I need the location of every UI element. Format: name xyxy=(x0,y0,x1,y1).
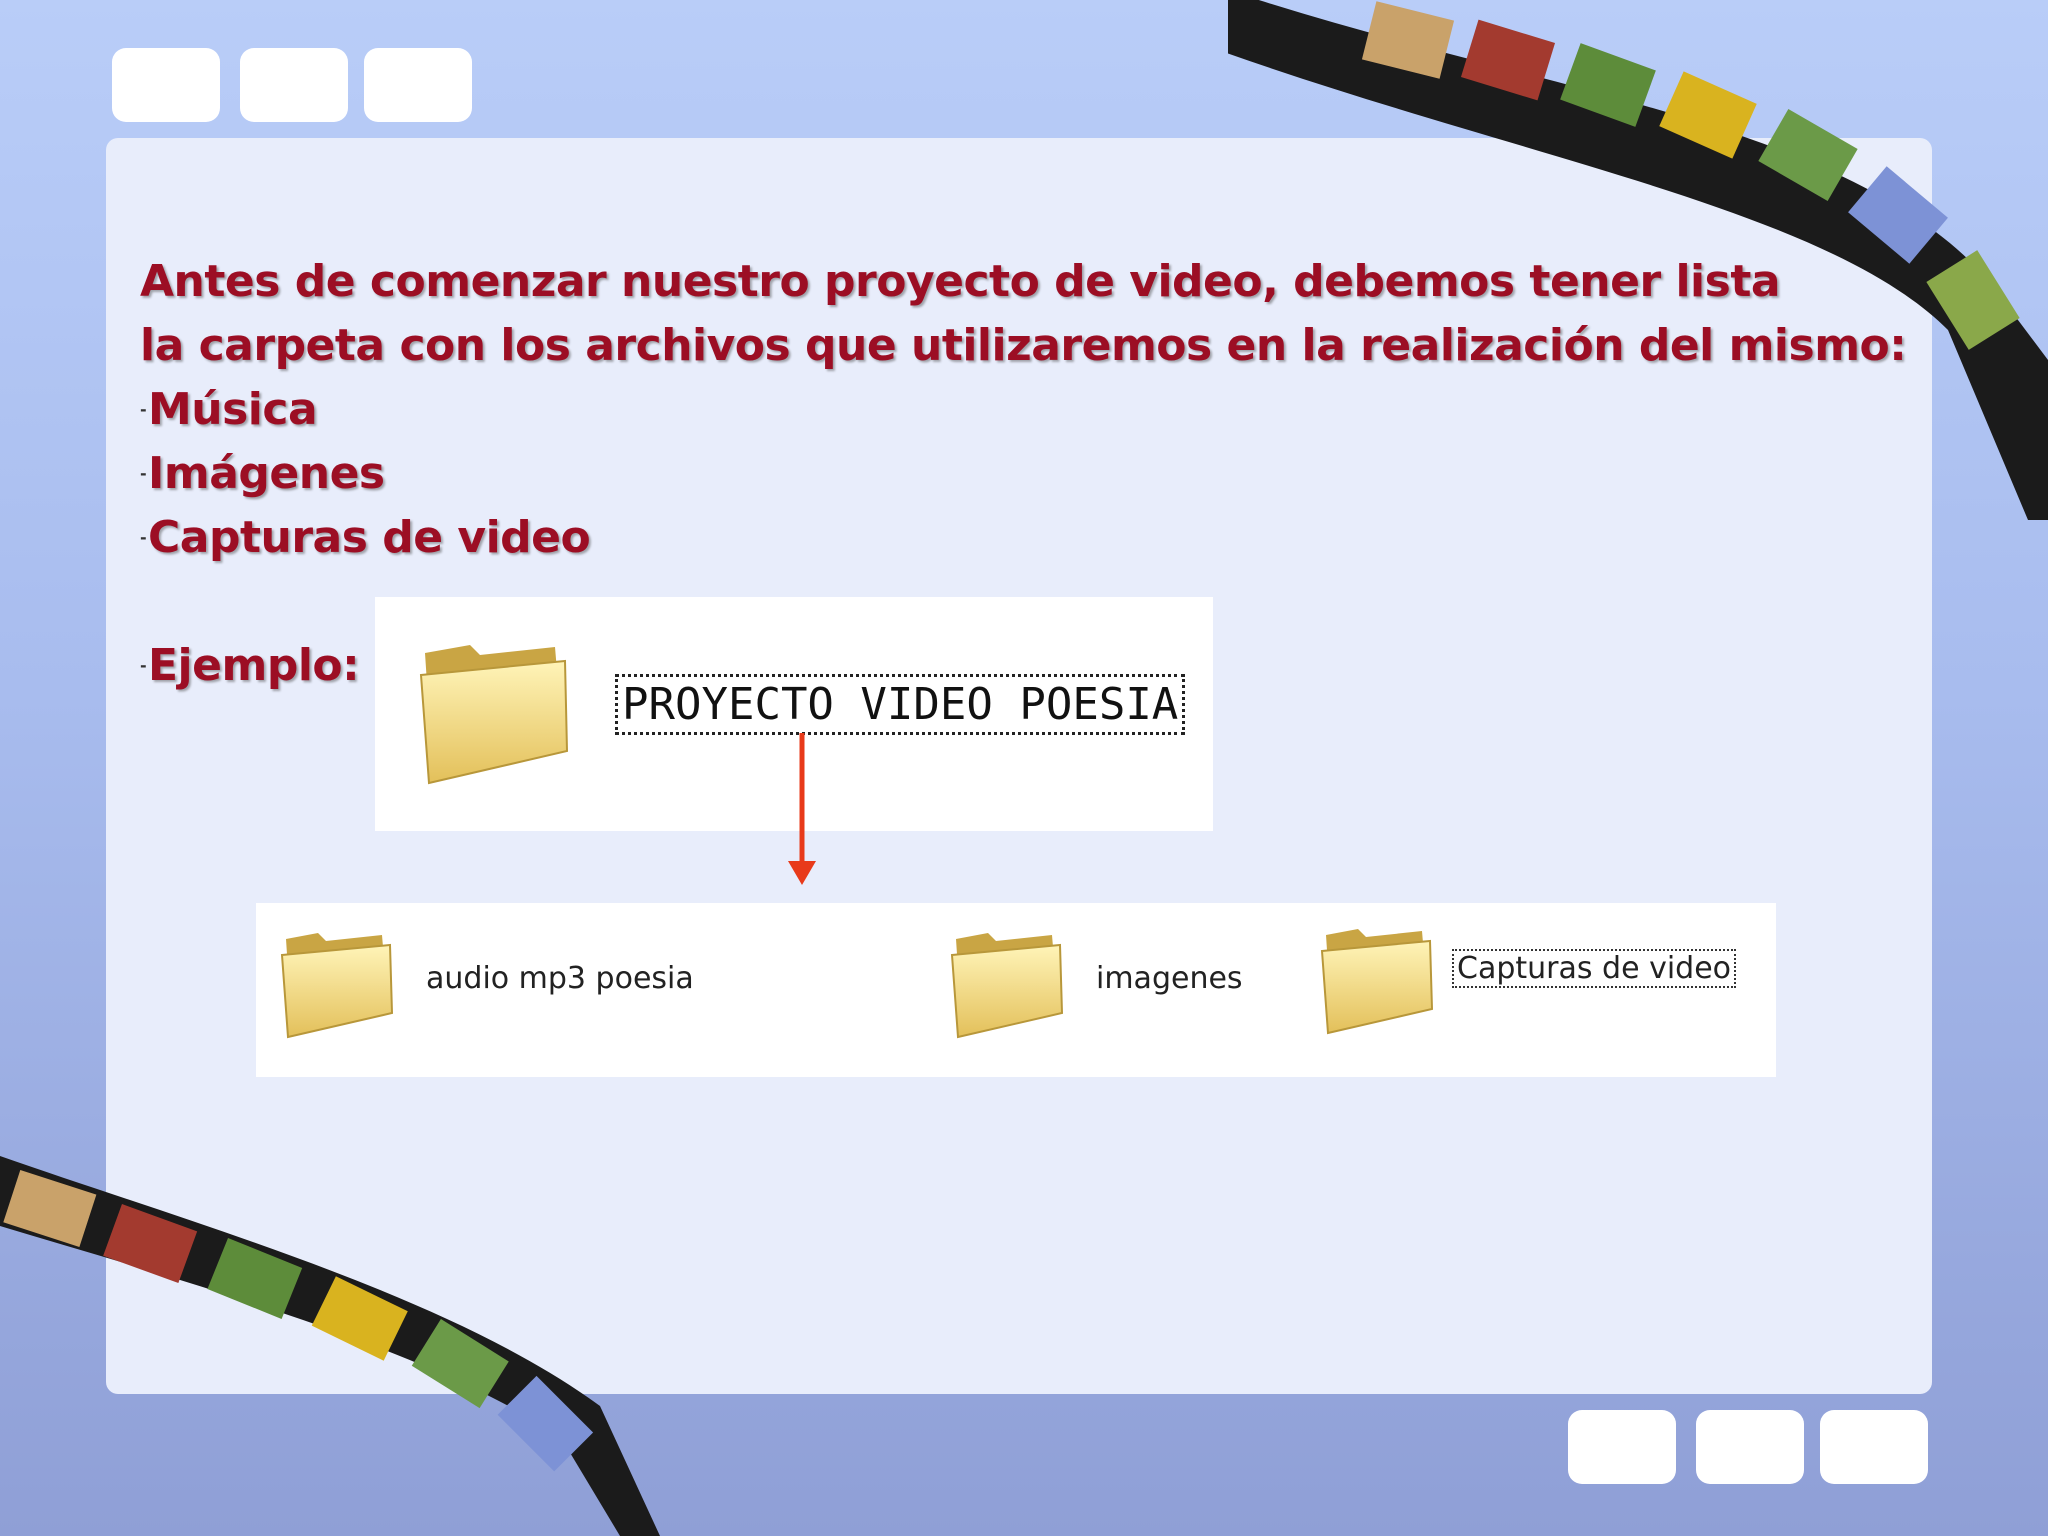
bottom-tab-3 xyxy=(1820,1410,1928,1484)
arrow-down-icon xyxy=(788,733,816,885)
top-tab-1 xyxy=(112,48,220,122)
film-strip-bottom-left xyxy=(0,1156,660,1536)
list-item-imagenes: - Imágenes xyxy=(140,442,1920,506)
bullet-dash: - xyxy=(140,400,147,419)
main-folder-label[interactable]: PROYECTO VIDEO POESIA xyxy=(615,674,1186,735)
list-item-label: Música xyxy=(148,384,318,435)
bullet-dash: - xyxy=(140,656,147,675)
subfolder-label-capturas[interactable]: Capturas de video xyxy=(1452,949,1737,988)
example-subfolders-box: audio mp3 poesia imagenes Capturas de vi… xyxy=(256,903,1776,1077)
bullet-dash: - xyxy=(140,528,147,547)
list-item-capturas: - Capturas de video xyxy=(140,506,1920,570)
bottom-tab-1 xyxy=(1568,1410,1676,1484)
folder-icon xyxy=(1320,929,1434,1035)
heading-line-2: la carpeta con los archivos que utilizar… xyxy=(140,320,1907,371)
folder-icon xyxy=(419,645,569,785)
list-item-musica: - Música xyxy=(140,378,1920,442)
subfolder-label-audio[interactable]: audio mp3 poesia xyxy=(426,961,694,996)
folder-icon xyxy=(280,933,394,1039)
list-item-label: Imágenes xyxy=(148,448,385,499)
top-tab-3 xyxy=(364,48,472,122)
top-tab-2 xyxy=(240,48,348,122)
list-item-label: Capturas de video xyxy=(148,512,591,563)
heading-line-1: Antes de comenzar nuestro proyecto de vi… xyxy=(140,256,1781,307)
bullet-dash: - xyxy=(140,464,147,483)
folder-icon xyxy=(950,933,1064,1039)
example-label-text: Ejemplo: xyxy=(148,640,360,691)
bottom-tab-2 xyxy=(1696,1410,1804,1484)
subfolder-label-imagenes[interactable]: imagenes xyxy=(1096,961,1243,996)
